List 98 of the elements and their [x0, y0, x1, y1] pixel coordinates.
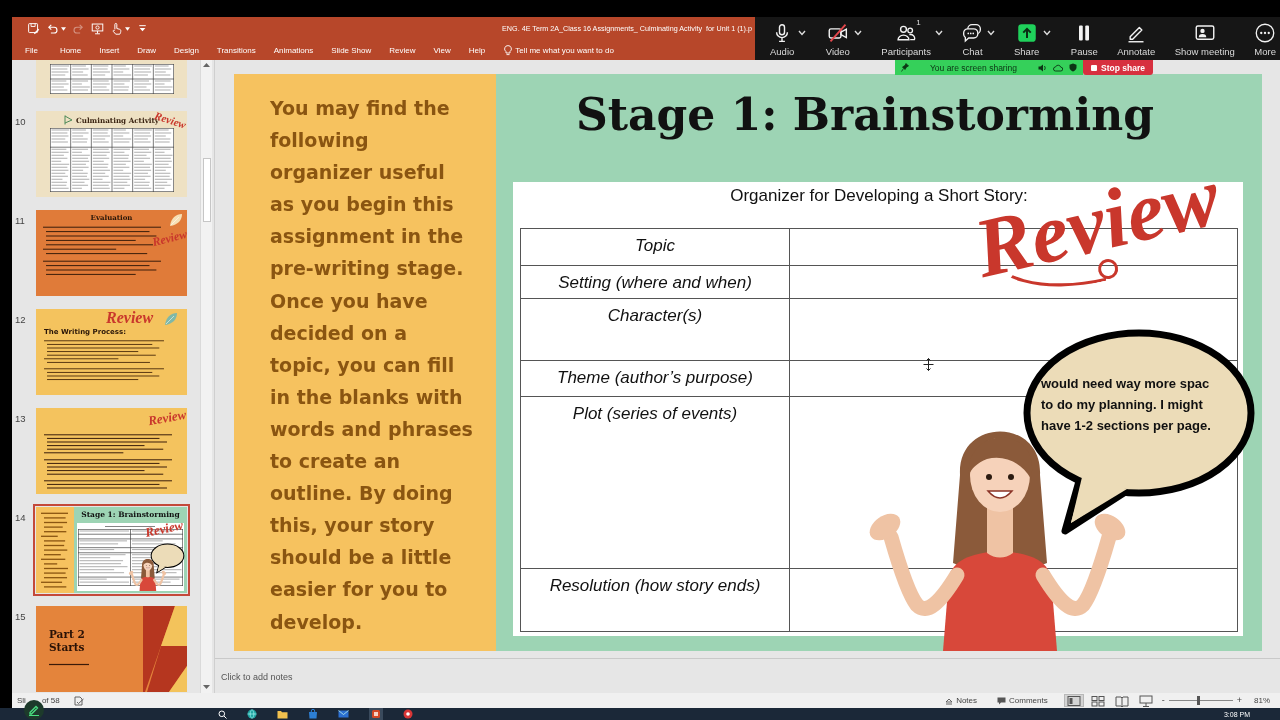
view-button[interactable] [1063, 694, 1084, 707]
stop-icon [1091, 64, 1097, 71]
leaf-icon [168, 212, 184, 228]
annotate-button[interactable]: Annotate [1117, 17, 1156, 57]
slide-counter-text: Sli [17, 696, 26, 705]
caret-icon[interactable] [853, 30, 862, 36]
comment-icon [997, 696, 1007, 705]
undo-icon[interactable] [46, 22, 59, 35]
row-label: Setting (where and when) [520, 265, 790, 299]
ribbon-tab[interactable]: View [424, 42, 460, 58]
review-label: Review [147, 408, 187, 428]
globe-icon[interactable] [247, 709, 257, 719]
mail-icon[interactable] [338, 710, 349, 718]
ribbon-tab[interactable]: Slide Show [322, 42, 381, 58]
tell-me-field[interactable]: Tell me what you want to do [515, 44, 620, 56]
cloud-icon[interactable] [1053, 63, 1063, 72]
slide-thumbnail[interactable]: Part 2 Starts [36, 606, 187, 692]
caret-icon[interactable] [935, 30, 943, 36]
participant-count: 1 [916, 18, 921, 27]
screen-icon[interactable] [91, 22, 104, 35]
book-icon [1114, 694, 1129, 707]
participants-button[interactable]: 1 Participants [881, 17, 931, 57]
slides-app-icon[interactable] [369, 708, 383, 720]
ribbon-tab[interactable]: Review [380, 42, 425, 58]
record-icon[interactable] [403, 709, 413, 719]
audio-button[interactable]: Audio [770, 17, 795, 57]
search-icon[interactable] [218, 709, 227, 719]
zoom-in-button[interactable]: + [1234, 694, 1244, 707]
zoom-out-button[interactable]: - [1159, 694, 1167, 707]
ribbon-tab[interactable]: Animations [264, 42, 323, 58]
pin-icon[interactable] [901, 63, 909, 72]
sharing-status-text: You are screen sharing [929, 62, 1018, 73]
slide-number: 11 [15, 215, 25, 226]
slide-thumbnail[interactable] [36, 60, 187, 98]
slide-number: 15 [15, 611, 26, 622]
more-button[interactable]: More [1254, 17, 1276, 57]
chat-bubbles-icon [962, 23, 983, 43]
more-icon [1255, 23, 1276, 43]
chat-button[interactable]: Chat [962, 17, 983, 57]
caret-icon[interactable] [986, 30, 995, 36]
notes-button[interactable]: Notes [941, 694, 982, 707]
notes-field[interactable]: Click to add notes [221, 671, 341, 683]
woman-figure-icon [128, 558, 167, 591]
review-label: Review [106, 310, 154, 326]
slide-number: 12 [15, 314, 26, 325]
row-label: Topic [520, 228, 790, 266]
slide-number: 13 [15, 413, 26, 424]
person-card-icon [1194, 23, 1215, 43]
row-label: Resolution (how story ends) [520, 568, 790, 632]
slide-title: Part 2 Starts [49, 628, 86, 654]
screen-icon [1138, 694, 1153, 707]
speech-bubble-icon [150, 543, 185, 574]
review-label: Review [151, 227, 187, 249]
show-meeting-button[interactable]: Show meeting [1174, 17, 1235, 57]
slider-thumb[interactable] [1197, 696, 1201, 705]
comments-button[interactable]: Comments [993, 694, 1052, 707]
ribbon-tab[interactable]: Help [459, 42, 495, 58]
lightbulb-icon [504, 44, 513, 56]
people-icon [896, 23, 917, 43]
leaf-icon [163, 311, 179, 327]
slide-counter-text: of 58 [41, 696, 60, 705]
scrollbar-thumb[interactable] [202, 158, 211, 222]
shield-icon[interactable] [1069, 63, 1077, 72]
shopping-bag-icon[interactable] [308, 709, 318, 719]
scroll-up-icon[interactable] [203, 63, 210, 67]
grid-view-icon [1090, 694, 1105, 707]
pencil-icon [28, 704, 40, 716]
text-lines-drawing [49, 663, 89, 666]
speaker-icon[interactable] [1038, 63, 1047, 72]
pause-button[interactable]: Pause [1070, 17, 1098, 57]
save-icon[interactable] [27, 22, 40, 35]
slide-title: Stage 1: Brainstorming [575, 89, 1155, 141]
slide-number: 14 [15, 512, 26, 523]
row-label: Plot (series of events) [520, 396, 790, 569]
row-label: Character(s) [520, 298, 790, 361]
ribbon-tab[interactable]: Home [50, 42, 91, 58]
video-button[interactable]: Video [825, 17, 850, 57]
ribbon-tab[interactable]: Design [164, 42, 208, 58]
pennant-icon [63, 115, 73, 125]
ribbon-tab[interactable]: Transitions [207, 42, 265, 58]
speech-bubble-text: would need way more spac to do my planning. I might have 1-2 sections per page. [1041, 375, 1211, 435]
normal-view-icon [1066, 694, 1081, 707]
ribbon-tab[interactable]: File [16, 42, 47, 58]
share-button[interactable]: Share [1014, 17, 1040, 57]
page-check-icon[interactable] [73, 695, 84, 706]
caret-icon[interactable] [798, 30, 807, 36]
scroll-down-icon[interactable] [203, 685, 210, 689]
slide-number: 10 [15, 116, 26, 127]
ribbon-tab[interactable]: Draw [128, 42, 165, 58]
cursor-icon [923, 358, 934, 371]
review-label: Review [144, 518, 185, 539]
caret-up-icon [945, 696, 954, 705]
caret-icon[interactable] [1043, 30, 1052, 36]
instructions-text: You may find the following organizer useful as you begin this assignment in the pre-writing stage. Once you have decided on a topic, you can fill in the blanks with words and phrases to create an outline. By doing this, your story should be a little easier for you to develop. [270, 96, 473, 635]
ribbon-tab[interactable]: Insert [90, 42, 129, 58]
stop-share-button[interactable]: Stop share [1083, 60, 1153, 75]
row-label: Theme (author’s purpose) [520, 360, 790, 397]
zoom-level-button[interactable]: 81% [1252, 694, 1272, 707]
